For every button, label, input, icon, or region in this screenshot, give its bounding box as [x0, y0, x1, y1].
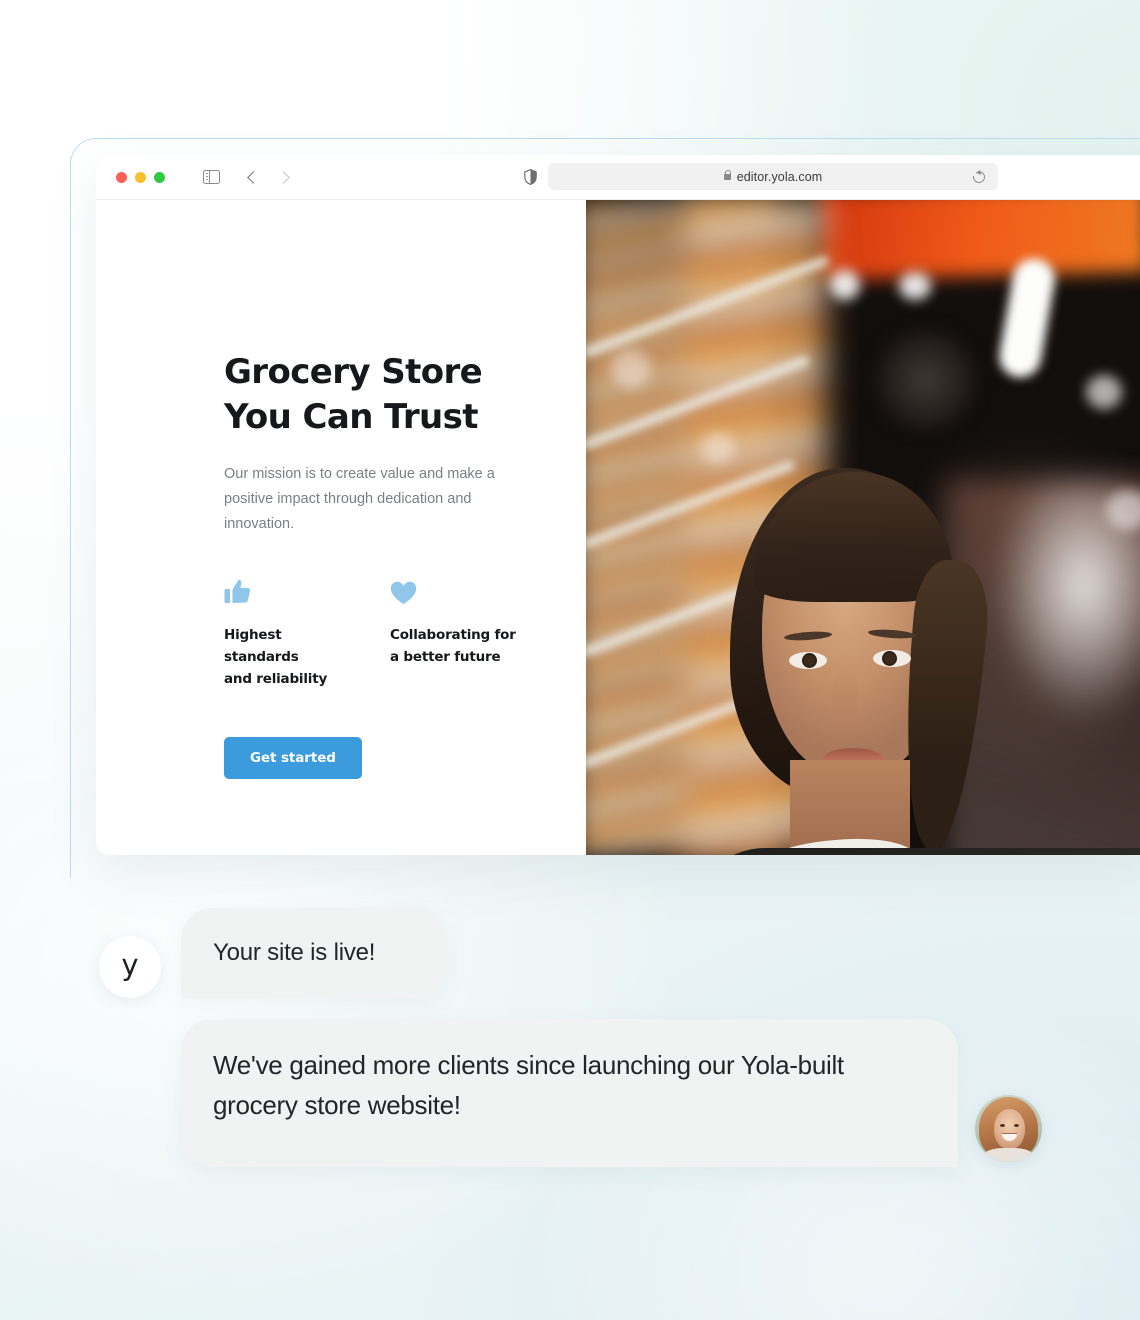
feature-label-line-2: and reliability — [224, 671, 328, 688]
shield-icon[interactable] — [524, 168, 537, 186]
page-title: Grocery Store You Can Trust — [224, 350, 524, 440]
hero-title-line-1: Grocery Store — [224, 352, 483, 392]
browser-window: editor.yola.com Grocery Store You Can Tr… — [96, 155, 1140, 855]
client-avatar — [975, 1095, 1042, 1162]
hero-title-line-2: You Can Trust — [224, 396, 479, 437]
url-text: editor.yola.com — [736, 169, 823, 184]
forward-chevron-icon[interactable] — [277, 170, 290, 184]
feature-item: Collaborating for a better future — [390, 575, 521, 691]
website-preview: Grocery Store You Can Trust Our mission … — [96, 200, 1140, 855]
thumbs-up-icon — [224, 575, 355, 605]
chat-message-yola: Your site is live! — [181, 908, 448, 998]
heart-icon — [390, 575, 521, 605]
reload-icon[interactable] — [970, 168, 988, 185]
minimize-button[interactable] — [135, 171, 146, 183]
close-button[interactable] — [116, 171, 127, 183]
feature-list: Highest standards and reliability Collab… — [224, 575, 586, 691]
address-bar[interactable]: editor.yola.com — [548, 163, 998, 190]
feature-label: Highest standards and reliability — [224, 625, 355, 691]
hero-content: Grocery Store You Can Trust Our mission … — [96, 200, 586, 855]
yola-logo-letter: y — [121, 948, 139, 982]
feature-label-line-1: Highest standards — [224, 627, 299, 666]
feature-label: Collaborating for a better future — [390, 625, 521, 669]
back-chevron-icon[interactable] — [247, 170, 260, 184]
window-controls — [116, 171, 165, 183]
yola-brand-avatar: y — [99, 936, 161, 998]
feature-label-line-2: a better future — [390, 649, 501, 666]
maximize-button[interactable] — [154, 171, 165, 183]
browser-titlebar: editor.yola.com — [96, 155, 1140, 200]
chat-message-client: We've gained more clients since launchin… — [181, 1019, 958, 1167]
feature-item: Highest standards and reliability — [224, 575, 355, 691]
navigation-arrows — [247, 170, 290, 184]
hero-image-person — [586, 200, 1140, 855]
feature-label-line-1: Collaborating for — [390, 627, 516, 644]
sidebar-toggle-icon[interactable] — [203, 169, 220, 185]
hero-image — [586, 200, 1140, 855]
lock-icon — [723, 170, 732, 180]
hero-subtitle: Our mission is to create value and make … — [224, 465, 495, 533]
get-started-button[interactable]: Get started — [224, 736, 362, 779]
